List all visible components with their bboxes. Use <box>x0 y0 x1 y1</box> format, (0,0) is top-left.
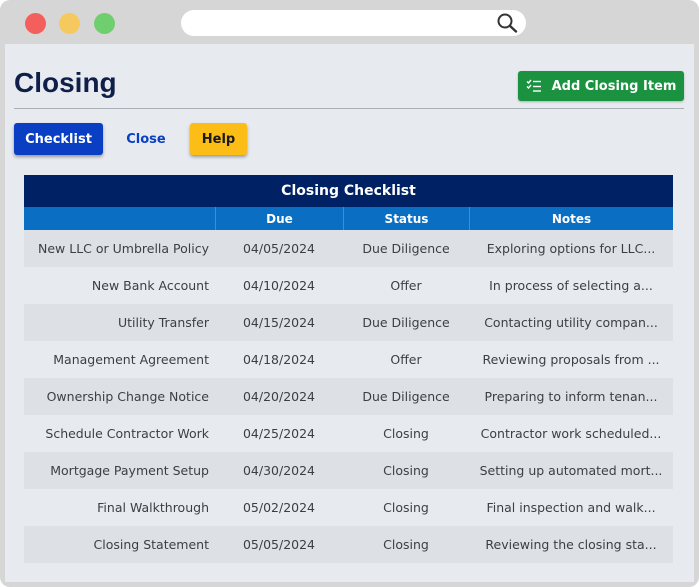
cell-status: Offer <box>390 352 422 367</box>
tab-close[interactable]: Close <box>113 123 179 155</box>
cell-status: Closing <box>383 537 429 552</box>
browser-window: Closing Add Closing Item Checklist Close… <box>0 0 699 587</box>
cell-status: Due Diligence <box>362 241 450 256</box>
cell-status: Offer <box>390 278 422 293</box>
page-title: Closing <box>14 67 117 98</box>
column-header-due[interactable]: Due <box>215 207 343 230</box>
table-title: Closing Checklist <box>24 175 673 207</box>
search-icon[interactable] <box>496 13 518 33</box>
add-closing-item-label: Add Closing Item <box>551 78 677 94</box>
tab-checklist[interactable]: Checklist <box>14 123 103 155</box>
cell-due: 04/20/2024 <box>242 389 316 404</box>
cell-notes: Contacting utility compan... <box>484 315 658 330</box>
table-row[interactable]: New LLC or Umbrella Policy 04/05/2024 Du… <box>24 230 673 267</box>
table-row[interactable]: Management Agreement 04/18/2024 Offer Re… <box>24 341 673 378</box>
table-header: Due Status Notes <box>24 207 673 230</box>
cell-due: 05/05/2024 <box>242 537 316 552</box>
cell-status: Closing <box>383 500 429 515</box>
cell-notes: Reviewing the closing sta... <box>485 537 657 552</box>
cell-notes: Exploring options for LLC... <box>486 241 656 256</box>
cell-item: New LLC or Umbrella Policy <box>38 241 209 256</box>
window-minimize-dot[interactable] <box>59 13 80 34</box>
cell-status: Closing <box>383 463 429 478</box>
title-divider <box>14 108 684 109</box>
cell-item: Closing Statement <box>93 537 209 552</box>
table-row[interactable]: Final Walkthrough 05/02/2024 Closing Fin… <box>24 489 673 526</box>
table-row[interactable]: Ownership Change Notice 04/20/2024 Due D… <box>24 378 673 415</box>
table-row[interactable]: New Bank Account 04/10/2024 Offer In pro… <box>24 267 673 304</box>
table-row[interactable]: Schedule Contractor Work 04/25/2024 Clos… <box>24 415 673 452</box>
table-row[interactable]: Utility Transfer 04/15/2024 Due Diligenc… <box>24 304 673 341</box>
closing-checklist-table: Closing Checklist Due Status Notes New L… <box>24 175 673 563</box>
cell-due: 04/18/2024 <box>242 352 316 367</box>
cell-item: Utility Transfer <box>117 315 209 330</box>
cell-notes: Preparing to inform tenan... <box>484 389 658 404</box>
cell-notes: In process of selecting a... <box>489 278 653 293</box>
add-closing-item-button[interactable]: Add Closing Item <box>518 71 684 101</box>
cell-due: 04/30/2024 <box>242 463 316 478</box>
cell-status: Due Diligence <box>362 315 450 330</box>
cell-notes: Setting up automated mort... <box>479 463 663 478</box>
cell-notes: Final inspection and walk... <box>486 500 656 515</box>
cell-due: 05/02/2024 <box>242 500 316 515</box>
column-header-item <box>24 207 215 230</box>
checklist-icon <box>526 79 541 92</box>
cell-due: 04/25/2024 <box>242 426 316 441</box>
cell-due: 04/15/2024 <box>242 315 316 330</box>
column-header-status[interactable]: Status <box>343 207 469 230</box>
cell-item: Management Agreement <box>53 352 209 367</box>
column-header-notes[interactable]: Notes <box>469 207 673 230</box>
cell-notes: Reviewing proposals from ... <box>482 352 660 367</box>
cell-due: 04/05/2024 <box>242 241 316 256</box>
window-close-dot[interactable] <box>25 13 46 34</box>
cell-due: 04/10/2024 <box>242 278 316 293</box>
cell-item: New Bank Account <box>91 278 209 293</box>
tab-help[interactable]: Help <box>190 123 247 155</box>
cell-notes: Contractor work scheduled... <box>480 426 662 441</box>
cell-status: Closing <box>383 426 429 441</box>
cell-item: Schedule Contractor Work <box>45 426 209 441</box>
cell-item: Ownership Change Notice <box>46 389 209 404</box>
cell-status: Due Diligence <box>362 389 450 404</box>
cell-item: Final Walkthrough <box>97 500 209 515</box>
cell-item: Mortgage Payment Setup <box>50 463 209 478</box>
page-content: Closing Add Closing Item Checklist Close… <box>5 44 694 582</box>
table-row[interactable]: Mortgage Payment Setup 04/30/2024 Closin… <box>24 452 673 489</box>
window-maximize-dot[interactable] <box>94 13 115 34</box>
address-bar[interactable] <box>181 10 526 36</box>
table-row[interactable]: Closing Statement 05/05/2024 Closing Rev… <box>24 526 673 563</box>
